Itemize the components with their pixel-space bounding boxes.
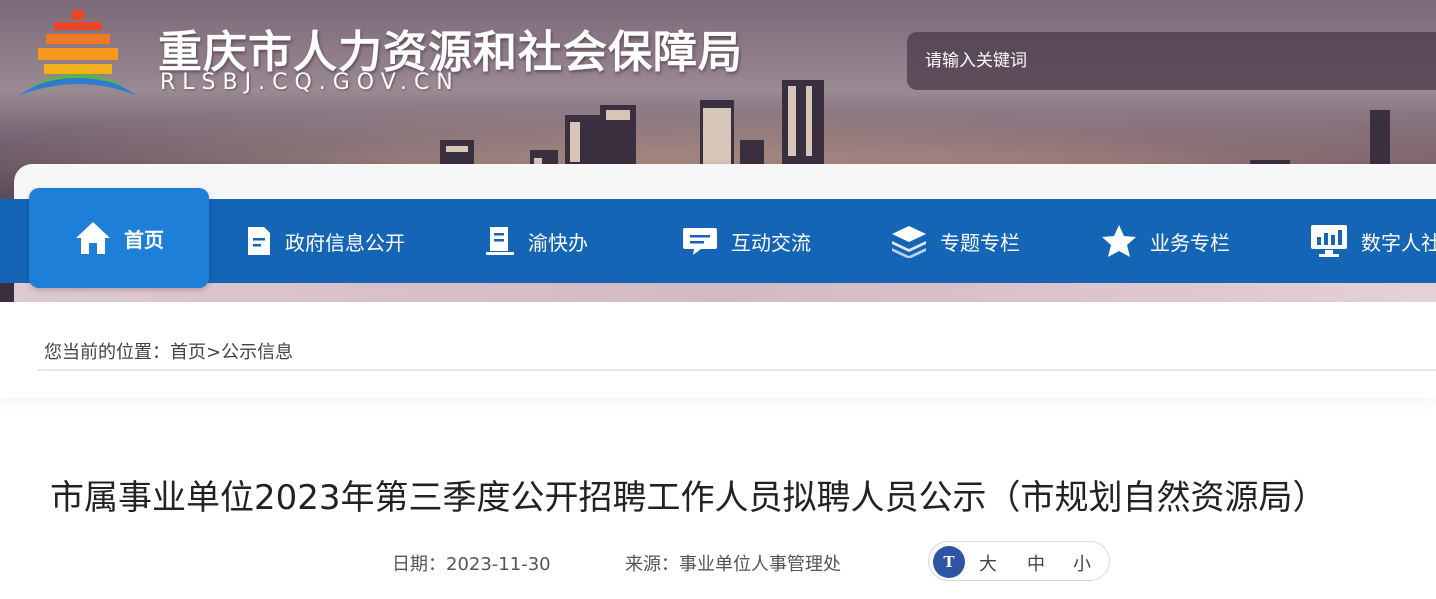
monitor-chart-icon xyxy=(1309,223,1349,259)
home-icon xyxy=(74,220,112,256)
chat-icon xyxy=(681,225,719,257)
page: 重庆市人力资源和社会保障局 RLSBJ.CQ.GOV.CN 首页 政府信息公开 xyxy=(0,0,1436,599)
nav-item-digital-hrss[interactable]: 数字人社 xyxy=(1309,199,1436,283)
search-input[interactable] xyxy=(925,32,1405,90)
hrss-logo xyxy=(18,10,138,96)
breadcrumb: 您当前的位置：首页>公示信息 xyxy=(44,338,293,364)
search-box xyxy=(907,32,1436,90)
font-size-large-button[interactable]: 大 xyxy=(979,550,997,576)
breadcrumb-home-link[interactable]: 首页 xyxy=(170,342,206,363)
nav-item-business[interactable]: 业务专栏 xyxy=(1100,199,1230,283)
nav-item-special-topics[interactable]: 专题专栏 xyxy=(890,199,1020,283)
font-size-icon: T xyxy=(933,546,965,578)
nav-item-label: 首页 xyxy=(124,227,164,252)
source-value: 事业单位人事管理处 xyxy=(679,554,841,575)
source-label: 来源： xyxy=(625,554,679,575)
document-icon xyxy=(245,225,273,257)
nav-item-gov-info[interactable]: 政府信息公开 xyxy=(245,199,405,283)
book-icon xyxy=(484,225,516,257)
nav-item-label: 数字人社 xyxy=(1361,230,1436,255)
star-icon xyxy=(1100,223,1138,259)
nav-item-label: 业务专栏 xyxy=(1150,230,1230,255)
site-domain: RLSBJ.CQ.GOV.CN xyxy=(160,70,460,95)
article-date: 日期：2023-11-30 xyxy=(392,550,551,576)
font-size-small-button[interactable]: 小 xyxy=(1073,550,1091,576)
article-title: 市属事业单位2023年第三季度公开招聘工作人员拟聘人员公示（市规划自然资源局） xyxy=(50,478,1327,518)
nav-item-interaction[interactable]: 互动交流 xyxy=(681,199,811,283)
layers-icon xyxy=(890,224,928,258)
nav-item-yukuaiban[interactable]: 渝快办 xyxy=(484,199,588,283)
font-size-switcher: T 大 中 小 xyxy=(928,541,1110,581)
font-size-medium-button[interactable]: 中 xyxy=(1027,550,1045,576)
breadcrumb-current-link[interactable]: 公示信息 xyxy=(221,342,293,363)
nav-item-label: 互动交流 xyxy=(731,230,811,255)
breadcrumb-divider xyxy=(38,369,1436,371)
nav-item-label: 政府信息公开 xyxy=(285,230,405,255)
date-value: 2023-11-30 xyxy=(446,554,551,575)
nav-item-home[interactable]: 首页 xyxy=(29,188,209,288)
nav-item-label: 专题专栏 xyxy=(940,230,1020,255)
nav-bottom-strip xyxy=(14,283,1436,303)
breadcrumb-separator: > xyxy=(206,342,222,363)
date-label: 日期： xyxy=(392,554,446,575)
nav-item-label: 渝快办 xyxy=(528,230,588,255)
article-source: 来源：事业单位人事管理处 xyxy=(625,550,841,576)
breadcrumb-prefix: 您当前的位置： xyxy=(44,342,170,363)
